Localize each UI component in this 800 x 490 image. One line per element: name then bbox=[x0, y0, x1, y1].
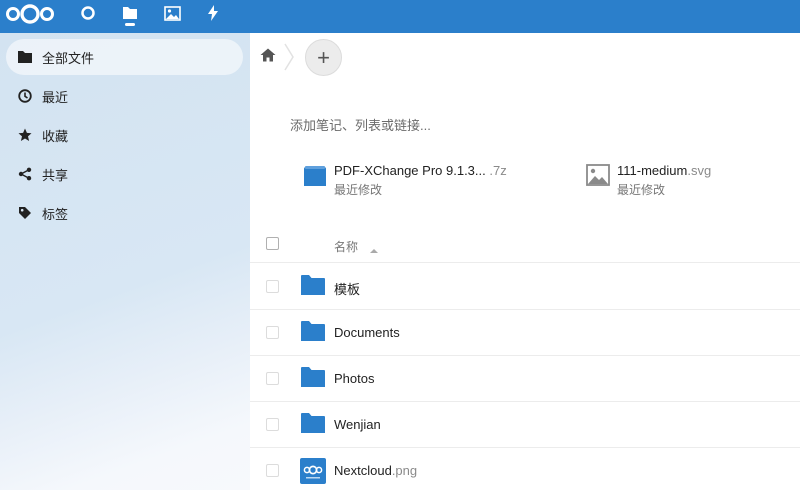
table-row[interactable]: 模板 bbox=[250, 264, 800, 310]
archive-file-icon bbox=[302, 162, 328, 188]
sidebar-item-label: 标签 bbox=[42, 206, 69, 222]
recent-file-subtitle: 最近修改 bbox=[334, 183, 383, 197]
file-name: Documents bbox=[334, 325, 400, 340]
sidebar-item-favorites[interactable]: 收藏 bbox=[6, 117, 243, 153]
activity-lightning-icon[interactable] bbox=[204, 4, 222, 22]
file-name: Photos bbox=[334, 371, 375, 386]
file-name: Nextcloud bbox=[334, 463, 392, 478]
row-checkbox[interactable] bbox=[266, 326, 279, 339]
main-content: + PDF-XChange Pro 9.1.3... .7z 最近修改 111-… bbox=[250, 33, 800, 490]
breadcrumb-home-icon[interactable] bbox=[260, 48, 278, 66]
column-name-header[interactable]: 名称 bbox=[334, 238, 358, 255]
table-row[interactable]: Nextcloud.png bbox=[250, 448, 800, 490]
sidebar-item-label: 收藏 bbox=[42, 128, 69, 144]
image-file-icon bbox=[585, 162, 611, 188]
sidebar-item-shares[interactable]: 共享 bbox=[6, 156, 243, 192]
sidebar-item-label: 最近 bbox=[42, 89, 69, 105]
add-new-button[interactable]: + bbox=[305, 39, 342, 76]
select-all-checkbox[interactable] bbox=[266, 237, 279, 250]
recent-file-card[interactable]: PDF-XChange Pro 9.1.3... .7z 最近修改 bbox=[302, 158, 542, 198]
note-input[interactable] bbox=[290, 113, 760, 137]
folder-icon bbox=[17, 49, 33, 65]
nextcloud-logo[interactable] bbox=[4, 2, 56, 24]
recent-file-card[interactable]: 111-medium.svg 最近修改 bbox=[585, 158, 765, 198]
sidebar-item-label: 共享 bbox=[42, 167, 69, 183]
clock-icon bbox=[17, 88, 33, 104]
file-list-header: 名称 bbox=[250, 229, 800, 263]
folder-icon bbox=[300, 366, 326, 392]
top-header bbox=[0, 0, 800, 33]
nextcloud-image-thumbnail-icon bbox=[300, 458, 326, 484]
row-checkbox[interactable] bbox=[266, 280, 279, 293]
recent-file-name: PDF-XChange Pro 9.1.3... bbox=[334, 163, 486, 178]
file-name: 模板 bbox=[334, 282, 361, 297]
active-app-indicator bbox=[125, 23, 135, 26]
folder-icon bbox=[300, 412, 326, 438]
folder-icon bbox=[300, 274, 326, 300]
sidebar-item-tags[interactable]: 标签 bbox=[6, 195, 243, 231]
recent-file-ext: .svg bbox=[687, 163, 712, 178]
breadcrumb-separator bbox=[282, 43, 296, 71]
sidebar-item-label: 全部文件 bbox=[42, 50, 95, 66]
sidebar: 全部文件 最近 收藏 共享 标签 bbox=[0, 33, 250, 490]
table-row[interactable]: Photos bbox=[250, 356, 800, 402]
files-folder-icon[interactable] bbox=[121, 4, 139, 22]
table-row[interactable]: Wenjian bbox=[250, 402, 800, 448]
dashboard-circle-icon[interactable] bbox=[79, 4, 97, 22]
row-checkbox[interactable] bbox=[266, 464, 279, 477]
recent-file-name: 111-medium bbox=[617, 163, 688, 178]
star-icon bbox=[17, 127, 33, 143]
photos-image-icon[interactable] bbox=[163, 4, 181, 22]
table-row[interactable]: Documents bbox=[250, 310, 800, 356]
tag-icon bbox=[17, 205, 33, 221]
row-checkbox[interactable] bbox=[266, 372, 279, 385]
file-name: Wenjian bbox=[334, 417, 381, 432]
share-icon bbox=[17, 166, 33, 182]
row-checkbox[interactable] bbox=[266, 418, 279, 431]
sort-ascending-icon[interactable] bbox=[370, 242, 378, 253]
folder-icon bbox=[300, 320, 326, 346]
recent-file-ext: .7z bbox=[489, 163, 507, 178]
file-ext: .png bbox=[391, 463, 418, 478]
sidebar-item-recent[interactable]: 最近 bbox=[6, 78, 243, 114]
sidebar-item-all-files[interactable]: 全部文件 bbox=[6, 39, 243, 75]
recent-file-subtitle: 最近修改 bbox=[617, 183, 666, 197]
